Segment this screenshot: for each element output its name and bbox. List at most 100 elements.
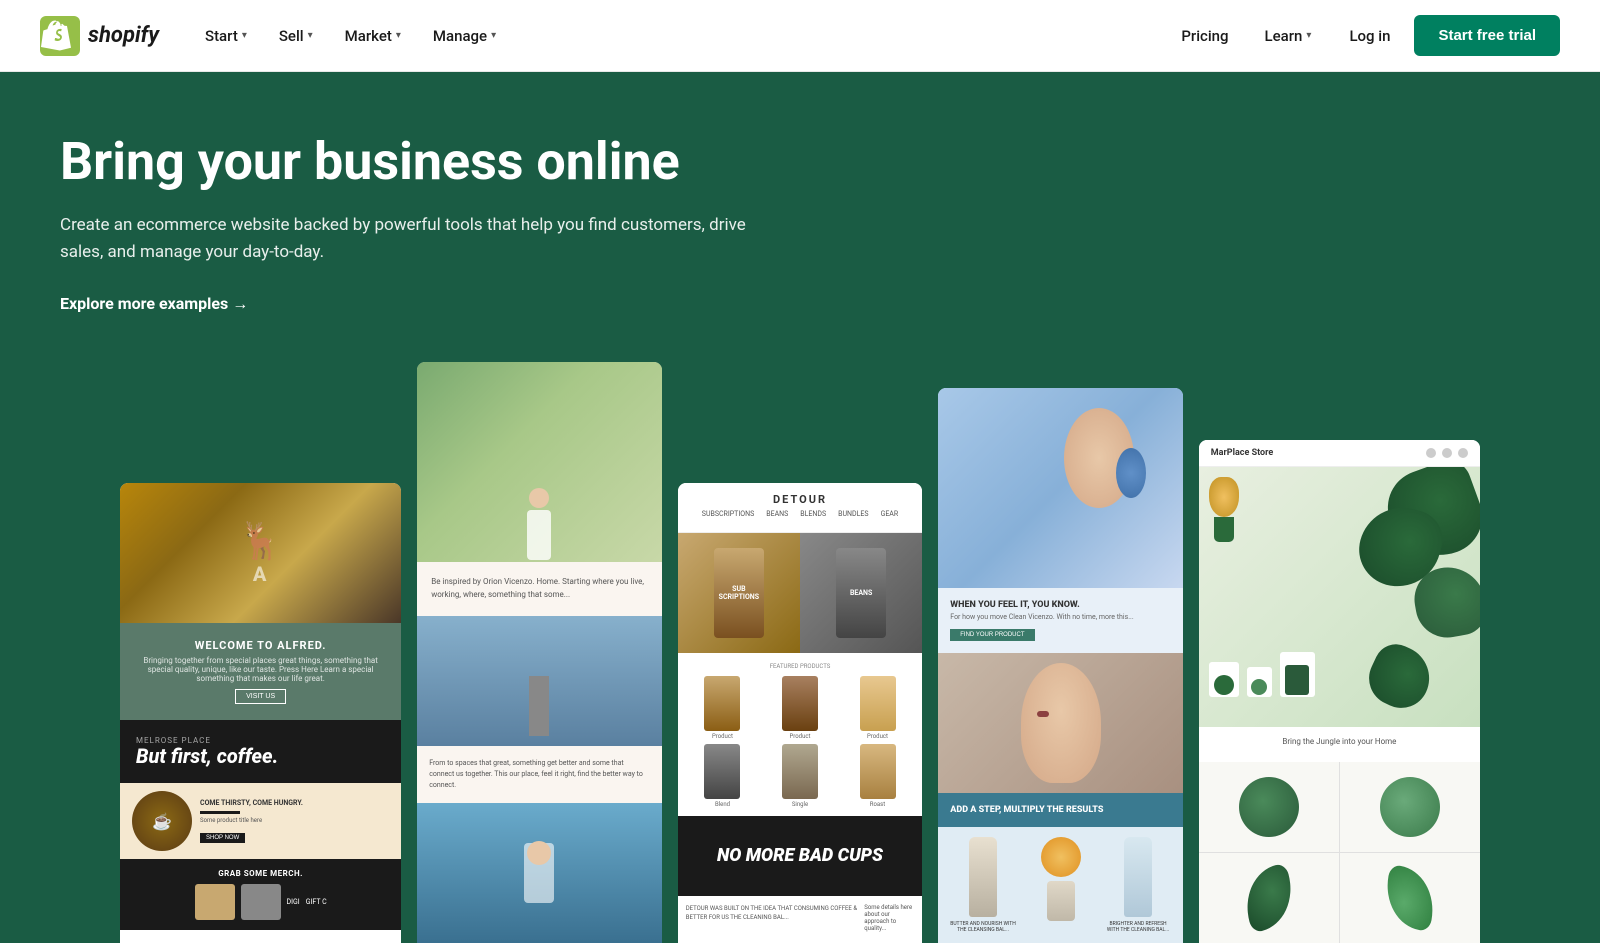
plants-store-name: MarPlace Store: [1211, 448, 1273, 458]
coffee-merch-label1: DIGI: [287, 884, 300, 920]
coffee-welcome-title: WELCOME TO ALFRED.: [136, 639, 385, 652]
market-chevron-icon: ▾: [396, 30, 401, 41]
gallery-card-skincare[interactable]: MAKE TIME TO STOP TIME. WHEN YOU FEEL IT…: [938, 388, 1183, 943]
lifestyle-description: Be inspired by Orion Vicenzo. Home. Star…: [431, 576, 648, 602]
skincare-product2-text: BRIGHTER AND REFRESH WITH THE CLEANING B…: [1103, 921, 1173, 933]
detour-nav-beans: BEANS: [766, 510, 788, 518]
skincare-portrait: [938, 653, 1183, 793]
coffee-merch-item2: [241, 884, 281, 920]
lifestyle-text2: From to spaces that great, something get…: [417, 746, 662, 804]
manage-chevron-icon: ▾: [491, 30, 496, 41]
skincare-product-cream1: [1026, 837, 1096, 933]
plants-shelf: Bring the Jungle into your Home: [1199, 727, 1480, 762]
skincare-section2: ADD A STEP, MULTIPLY THE RESULTS: [938, 793, 1183, 827]
coffee-welcome-cta[interactable]: VISIT US: [235, 689, 286, 704]
detour-bottom-text: DETOUR WAS BUILT ON THE IDEA THAT CONSUM…: [686, 904, 859, 932]
explore-link[interactable]: Explore more examples →: [60, 294, 248, 314]
plants-product-cell-4: [1340, 853, 1480, 943]
skincare-s1-title: WHEN YOU FEEL IT, YOU KNOW.: [950, 600, 1171, 610]
nav-item-manage[interactable]: Manage ▾: [419, 19, 510, 53]
plants-nav-icons: [1426, 448, 1468, 458]
gallery-card-coffee[interactable]: 🦌 A WELCOME TO ALFRED. Bringing together…: [120, 483, 401, 943]
detour-nav-gear: GEAR: [881, 510, 899, 518]
coffee-merch-text: GRAB SOME MERCH.: [130, 869, 391, 878]
nav-item-sell[interactable]: Sell ▾: [265, 19, 327, 53]
coffee-welcome-body: Bringing together from special places gr…: [136, 656, 385, 683]
sell-chevron-icon: ▾: [308, 30, 313, 41]
coffee-merch-label2: GIFT C: [306, 884, 327, 920]
detour-product-6: Roast: [841, 744, 915, 808]
lifestyle-hero-image: [417, 362, 662, 562]
plants-product-cell-1: [1199, 762, 1339, 852]
plants-nav-icon2: [1442, 448, 1452, 458]
plants-nav-icon1: [1426, 448, 1436, 458]
hero-subtitle: Create an ecommerce website backed by po…: [60, 212, 760, 266]
coffee-shop-cta[interactable]: SHOP NOW: [200, 833, 245, 843]
detour-brand-name: DETOUR: [688, 493, 913, 506]
detour-hero-right: BEANS: [800, 533, 922, 653]
detour-product-4: Blend: [686, 744, 760, 808]
detour-bottom: DETOUR WAS BUILT ON THE IDEA THAT CONSUM…: [678, 896, 923, 940]
antler-icon: 🦌: [238, 520, 283, 562]
nav-item-pricing[interactable]: Pricing: [1167, 19, 1242, 53]
hero-section: Bring your business online Create an eco…: [0, 72, 1600, 943]
detour-card: DETOUR SUBSCRIPTIONS BEANS BLENDS BUNDLE…: [678, 483, 923, 943]
plants-product-grid: [1199, 762, 1480, 943]
detour-product-5: Single: [763, 744, 837, 808]
gallery-card-detour[interactable]: DETOUR SUBSCRIPTIONS BEANS BLENDS BUNDLE…: [678, 483, 923, 943]
coffee-merch-item1: [195, 884, 235, 920]
plants-card: MarPlace Store: [1199, 440, 1480, 943]
start-chevron-icon: ▾: [242, 30, 247, 41]
skincare-cta-button[interactable]: FIND YOUR PRODUCT: [950, 629, 1034, 641]
gallery-card-lifestyle[interactable]: Be inspired by Orion Vicenzo. Home. Star…: [417, 362, 662, 943]
skincare-s1-sub: For how you move Clean Vicenzo. With no …: [950, 613, 1171, 621]
coffee-tagline-text: But first, coffee.: [136, 745, 385, 767]
primary-nav: Start ▾ Sell ▾ Market ▾ Manage ▾: [191, 19, 1167, 53]
lifestyle-text-section: Be inspired by Orion Vicenzo. Home. Star…: [417, 562, 662, 616]
detour-nav-subscriptions: SUBSCRIPTIONS: [702, 510, 754, 518]
detour-nav-bundles: BUNDLES: [838, 510, 868, 518]
skincare-product1-text: BUTTER AND NOURISH WITH THE CLEANSING BA…: [948, 921, 1018, 933]
coffee-welcome-section: WELCOME TO ALFRED. Bringing together fro…: [120, 623, 401, 720]
plants-product-cell-2: [1340, 762, 1480, 852]
logo-text: shopify: [88, 23, 159, 48]
skincare-card: MAKE TIME TO STOP TIME. WHEN YOU FEEL IT…: [938, 388, 1183, 943]
detour-banner-text: NO MORE BAD CUPS: [717, 846, 883, 866]
detour-banner: NO MORE BAD CUPS: [678, 816, 923, 896]
shopify-logo-icon: [40, 16, 80, 56]
plants-product-cell-3: [1199, 853, 1339, 943]
detour-product-3: Product: [841, 676, 915, 740]
plants-nav: MarPlace Store: [1199, 440, 1480, 467]
detour-hero-left: SUBSCRIPTIONS: [678, 533, 800, 653]
skincare-hero: MAKE TIME TO STOP TIME.: [938, 388, 1183, 588]
skincare-product-tube2: BRIGHTER AND REFRESH WITH THE CLEANING B…: [1103, 837, 1173, 933]
detour-header: DETOUR SUBSCRIPTIONS BEANS BLENDS BUNDLE…: [678, 483, 923, 533]
logo-link[interactable]: shopify: [40, 16, 159, 56]
coffee-come-text: COME THIRSTY, COME HUNGRY.: [200, 799, 389, 807]
plants-nav-icon3: [1458, 448, 1468, 458]
coffee-card: 🦌 A WELCOME TO ALFRED. Bringing together…: [120, 483, 401, 943]
login-button[interactable]: Log in: [1333, 19, 1406, 53]
detour-nav: SUBSCRIPTIONS BEANS BLENDS BUNDLES GEAR: [688, 506, 913, 522]
gallery-row: 🦌 A WELCOME TO ALFRED. Bringing together…: [60, 362, 1540, 943]
nav-item-learn[interactable]: Learn ▾: [1251, 19, 1326, 53]
skincare-product-tube1: BUTTER AND NOURISH WITH THE CLEANSING BA…: [948, 837, 1018, 933]
start-trial-button[interactable]: Start free trial: [1414, 15, 1560, 56]
gallery-card-plants[interactable]: MarPlace Store: [1199, 440, 1480, 943]
skincare-products: BUTTER AND NOURISH WITH THE CLEANSING BA…: [938, 827, 1183, 943]
navbar: shopify Start ▾ Sell ▾ Market ▾ Manage ▾…: [0, 0, 1600, 72]
hero-title: Bring your business online: [60, 132, 760, 192]
learn-chevron-icon: ▾: [1306, 30, 1311, 41]
detour-product-2: Product: [763, 676, 837, 740]
coffee-tagline-section: MELROSE PLACE But first, coffee.: [120, 720, 401, 783]
lifestyle-image2: [417, 616, 662, 746]
skincare-section1: WHEN YOU FEEL IT, YOU KNOW. For how you …: [938, 588, 1183, 653]
coffee-product-section: ☕ COME THIRSTY, COME HUNGRY. Some produc…: [120, 783, 401, 859]
nav-item-market[interactable]: Market ▾: [331, 19, 415, 53]
detour-product-1: Product: [686, 676, 760, 740]
coffee-merch-section: GRAB SOME MERCH. DIGI GIFT C: [120, 859, 401, 930]
nav-item-start[interactable]: Start ▾: [191, 19, 261, 53]
skincare-s2-title: ADD A STEP, MULTIPLY THE RESULTS: [950, 805, 1171, 815]
secondary-nav: Pricing Learn ▾ Log in Start free trial: [1167, 15, 1560, 56]
plants-hero: [1199, 467, 1480, 727]
